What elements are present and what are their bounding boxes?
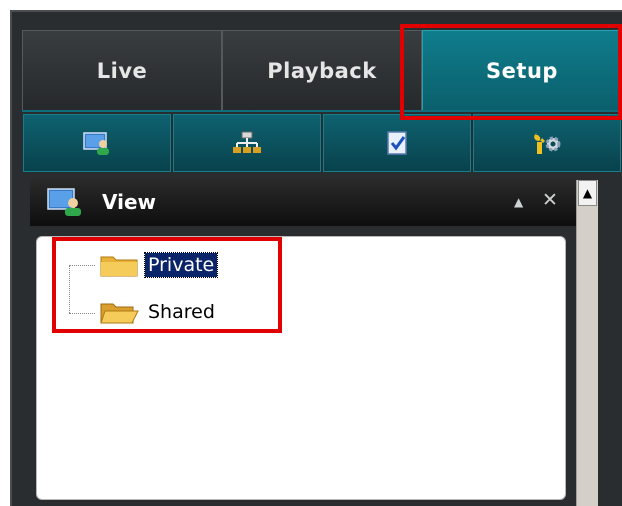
network-setup-button[interactable] [173,114,321,172]
collapse-icon[interactable]: ▲ [514,195,523,209]
view-tree: Private Shared [36,236,566,500]
event-setup-button[interactable] [323,114,471,172]
panel-title: View [102,190,157,214]
tab-live[interactable]: Live [22,30,222,110]
vertical-scrollbar[interactable]: ▲ [576,180,598,506]
tab-setup[interactable]: Setup [422,30,622,110]
tree-node-shared[interactable]: Shared [99,299,218,325]
folder-closed-icon [100,256,138,277]
tree-node-private[interactable]: Private [99,252,219,278]
wrench-gear-icon [534,133,561,154]
tree-connector-line [69,265,70,313]
tree-node-label[interactable]: Shared [145,300,218,324]
view-setup-button[interactable] [23,114,171,172]
checklist-document-icon [387,131,407,155]
folder-open-icon [100,303,139,324]
tab-playback[interactable]: Playback [222,30,422,110]
view-panel-header: View ▲ ✕ [30,178,576,226]
main-tab-bar: Live Playback Setup [22,30,622,110]
system-setup-button[interactable] [473,114,621,172]
tree-node-label[interactable]: Private [143,252,219,278]
monitor-user-icon [83,132,109,155]
setup-toolbar [22,110,622,174]
scroll-up-button[interactable]: ▲ [578,180,597,206]
close-icon[interactable]: ✕ [542,189,558,211]
tree-connector-line [69,313,95,314]
monitor-user-icon [47,188,81,216]
network-hierarchy-icon [233,131,261,153]
tree-connector-line [69,265,95,266]
